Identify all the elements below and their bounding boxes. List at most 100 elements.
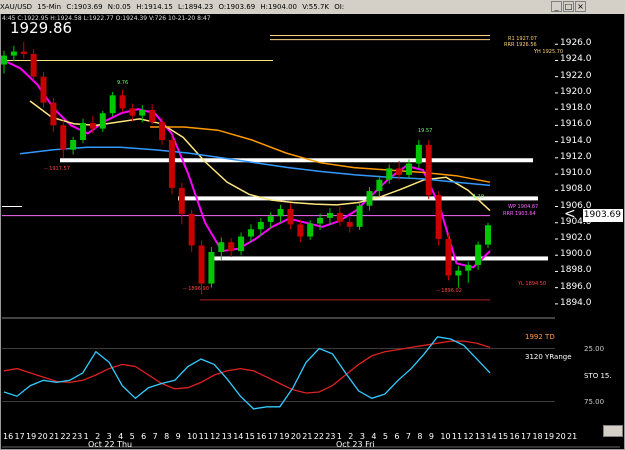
x-tick-label: 20 bbox=[290, 432, 301, 441]
candle-body bbox=[89, 122, 96, 129]
x-tick-label: 15 bbox=[497, 432, 509, 441]
x-tick-label: 11 bbox=[451, 432, 463, 441]
sto-tick-75: 75.00 bbox=[584, 398, 605, 406]
x-tick-label: 23 bbox=[72, 432, 83, 441]
x-tick-label: 5 bbox=[382, 432, 388, 441]
candle-body bbox=[109, 95, 116, 114]
grid bbox=[2, 43, 620, 448]
y-tick-label: 1896.0 bbox=[560, 281, 592, 292]
candle-body bbox=[198, 245, 205, 284]
candle-body bbox=[119, 95, 126, 109]
candle-body bbox=[326, 213, 333, 218]
x-tick-label: 9 bbox=[175, 432, 181, 441]
x-tick-label: 21 bbox=[302, 432, 313, 441]
x-tick-label: 8 bbox=[164, 432, 170, 441]
pivot-yl: YL 1894.50 bbox=[518, 281, 547, 287]
candle-body bbox=[60, 125, 67, 150]
candle-body bbox=[238, 236, 245, 252]
y-tick-label: 1914.0 bbox=[560, 135, 592, 146]
candle-body bbox=[435, 195, 442, 239]
y-tick-label: 1924.0 bbox=[560, 54, 592, 65]
candle-body bbox=[159, 122, 166, 140]
candle-body bbox=[366, 191, 373, 206]
pivot-yh: YH 1925.70 bbox=[534, 49, 564, 55]
x-tick-label: 13 bbox=[221, 432, 232, 441]
candle-body bbox=[475, 244, 482, 265]
x-tick-label: 17 bbox=[14, 432, 25, 441]
candle-body bbox=[287, 208, 294, 225]
x-tick-label: 17 bbox=[267, 432, 278, 441]
candle-body bbox=[485, 225, 491, 245]
x-tick-label: 6 bbox=[394, 432, 400, 441]
swing-high-3: 1.19 bbox=[473, 194, 485, 200]
x-tick-label: 6 bbox=[141, 432, 147, 441]
y-tick-label: 1908.0 bbox=[560, 184, 592, 195]
candle-body bbox=[228, 242, 235, 252]
sto-k-line bbox=[3, 336, 491, 410]
x-tick-label: 22 bbox=[313, 432, 324, 441]
sr-line bbox=[212, 256, 548, 261]
swing-high-1: 19.57 bbox=[418, 128, 433, 134]
candle-body bbox=[139, 109, 146, 116]
x-tick-label: 10 bbox=[440, 432, 451, 441]
candle-body bbox=[425, 144, 432, 196]
x-tick-label: 12 bbox=[463, 432, 474, 441]
stochastic-panel bbox=[2, 336, 555, 410]
y-tick-label: 1910.0 bbox=[560, 168, 592, 179]
x-tick-label: 10 bbox=[187, 432, 198, 441]
candle-body bbox=[50, 102, 57, 126]
candle-body bbox=[307, 223, 314, 237]
candle-body bbox=[356, 205, 363, 227]
x-tick-label: 16 bbox=[3, 432, 14, 441]
x-tick-label: 20 bbox=[37, 432, 48, 441]
sto-tick-25: 25.00 bbox=[584, 345, 605, 353]
swing-low-3: -- 1896.02 bbox=[436, 288, 462, 294]
candle-body bbox=[465, 264, 472, 271]
last-price-arrow-icon: < bbox=[564, 206, 576, 222]
candle-body bbox=[336, 213, 343, 222]
moving-averages bbox=[3, 59, 491, 269]
td-label: 1992 TD bbox=[525, 333, 555, 341]
y-tick-label: 1918.0 bbox=[560, 103, 592, 114]
x-tick-label: 7 bbox=[405, 432, 411, 441]
last-price-box: 1903.69 bbox=[583, 209, 623, 222]
y-tick-label: 1926.0 bbox=[560, 38, 592, 49]
x-tick-label: 19 bbox=[543, 432, 555, 441]
x-tick-label: 21 bbox=[567, 432, 578, 441]
price-chart[interactable] bbox=[0, 0, 625, 450]
candle-body bbox=[30, 53, 37, 77]
candle-body bbox=[386, 168, 393, 180]
y-tick-label: 1898.0 bbox=[560, 265, 592, 276]
support-resistance-lines bbox=[60, 158, 548, 261]
x-tick-label: 7 bbox=[152, 432, 158, 441]
y-tick-label: 1922.0 bbox=[560, 70, 592, 81]
candle-body bbox=[178, 187, 185, 214]
x-tick-label: 20 bbox=[555, 432, 566, 441]
yrange-label: 3120 YRange bbox=[525, 353, 572, 361]
x-tick-label: 11 bbox=[198, 432, 209, 441]
candle-body bbox=[99, 113, 106, 129]
x-tick-label: 19 bbox=[26, 432, 37, 441]
pivot-rr: RRR 1903.64 bbox=[503, 211, 536, 217]
candle-body bbox=[455, 270, 462, 276]
pivot-r2: RRR 1926.56 bbox=[504, 42, 537, 48]
candle-body bbox=[415, 144, 422, 164]
x-tick-label: 22 bbox=[60, 432, 71, 441]
scrollbar-button[interactable] bbox=[603, 425, 623, 437]
candle-body bbox=[40, 76, 47, 103]
x-tick-label: 8 bbox=[417, 432, 423, 441]
candle-body bbox=[80, 122, 87, 140]
candle-body bbox=[168, 139, 175, 188]
moving-average-line bbox=[3, 59, 491, 269]
x-tick-label: 18 bbox=[532, 432, 543, 441]
y-tick-label: 1900.0 bbox=[560, 249, 592, 260]
swing-low-1: -- 1917.57 bbox=[44, 166, 70, 172]
y-tick-label: 1902.0 bbox=[560, 232, 592, 243]
candle-body bbox=[70, 139, 77, 150]
candle-body bbox=[445, 238, 452, 276]
x-tick-label: 16 bbox=[509, 432, 520, 441]
candle-body bbox=[149, 109, 156, 123]
x-tick-label: 23 bbox=[325, 432, 336, 441]
x-tick-label: 14 bbox=[233, 432, 244, 441]
candle-body bbox=[376, 179, 383, 192]
